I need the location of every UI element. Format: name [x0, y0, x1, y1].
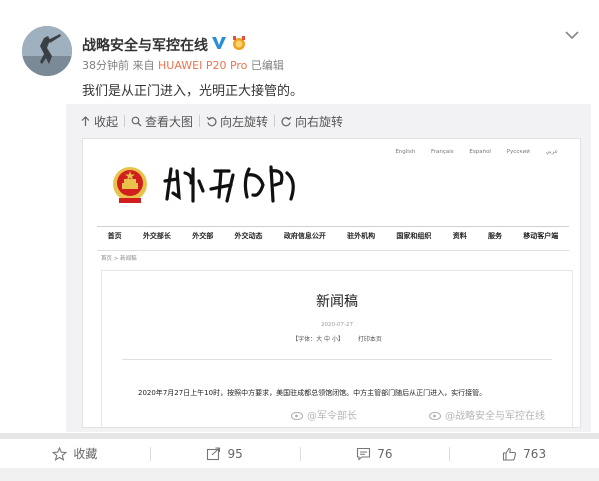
nav-gov-info: 政府信息公开 [283, 232, 326, 240]
star-icon [52, 446, 68, 461]
lang-english: English [395, 149, 416, 155]
weibo-logo-icon [429, 411, 441, 420]
media-viewer: 收起 查看大图 向左旋转 向右旋转 English Français Españ… [66, 104, 591, 432]
repost-button[interactable]: 95 [149, 439, 300, 468]
view-large-button[interactable]: 查看大图 [131, 113, 193, 130]
nav-divider [97, 226, 569, 227]
rotate-left-icon [206, 116, 217, 126]
toolbar-divider [274, 115, 276, 127]
article-body: 2020年7月27日上午10时，按照中方要求，美国驻成都总领馆闭馆。中方主管部门… [138, 389, 487, 397]
article-date: 2020-07-27 [321, 322, 353, 328]
favorite-button[interactable]: 收藏 [0, 439, 150, 468]
action-bar: 收藏 95 76 763 [0, 439, 599, 468]
nav-diplomatic-news: 外交动态 [234, 232, 263, 240]
breadcrumb: 首页 > 新闻稿 [101, 256, 137, 262]
from-prefix: 来自 [132, 59, 155, 72]
thumbs-up-icon [503, 447, 517, 461]
article-panel: 新闻稿 2020-07-27 【字体：大 中 小】 打印本页 2020年7月27日… [101, 270, 573, 427]
verified-v-icon [212, 37, 226, 49]
like-button[interactable]: 763 [449, 439, 599, 468]
post-text: 我们是从正门进入，光明正大接管的。 [82, 84, 304, 99]
collapse-label: 收起 [94, 114, 119, 129]
rotate-right-button[interactable]: 向右旋转 [281, 113, 343, 130]
watermark-2-text: @战略安全与军控在线 [445, 411, 545, 422]
nav-home: 首页 [107, 232, 122, 240]
chevron-down-icon[interactable] [565, 30, 579, 40]
avatar-statue-icon [22, 26, 72, 76]
rotate-left-button[interactable]: 向左旋转 [206, 113, 268, 130]
article-tools: 【字体：大 中 小】 打印本页 [102, 334, 572, 343]
nav-missions: 驻外机构 [347, 232, 376, 240]
like-count: 763 [523, 446, 547, 461]
comment-button[interactable]: 76 [299, 439, 450, 468]
watermark-2: @战略安全与军控在线 [429, 407, 545, 422]
nav-ministry: 外交部 [192, 232, 214, 240]
lang-french: Français [430, 149, 454, 155]
username[interactable]: 战略安全与军控在线 [82, 35, 208, 55]
embedded-screenshot[interactable]: English Français Español Русский عربي 首页… [82, 138, 581, 428]
national-emblem-icon [113, 167, 147, 203]
collapse-button[interactable]: 收起 [80, 113, 118, 130]
watermark-1-text: @军令部长 [307, 411, 357, 422]
language-bar: English Français Español Русский عربي [381, 149, 558, 155]
feed-gap [0, 468, 599, 481]
post-time[interactable]: 38分钟前 [82, 59, 129, 72]
collapse-up-icon [81, 115, 90, 126]
view-large-label: 查看大图 [145, 114, 194, 129]
repost-count: 95 [227, 446, 243, 461]
calligraphy-logo-icon [163, 165, 295, 203]
source-device-link[interactable]: HUAWEI P20 Pro [158, 59, 247, 72]
rotate-left-label: 向左旋转 [220, 114, 269, 129]
avatar[interactable] [22, 26, 72, 76]
nav-countries: 国家和组织 [396, 232, 432, 240]
font-size-control: 【字体：大 中 小】 [292, 336, 344, 343]
media-toolbar: 收起 查看大图 向左旋转 向右旋转 [66, 104, 591, 138]
toolbar-divider [199, 115, 201, 127]
weibo-post-card: 战略安全与军控在线 38分钟前 来自 HUAWEI P20 Pro 已编辑 我们… [0, 0, 599, 433]
nav-minister: 外交部长 [142, 232, 171, 240]
magnifier-icon [131, 116, 142, 126]
weibo-logo-icon [291, 411, 303, 420]
post-meta: 38分钟前 来自 HUAWEI P20 Pro 已编辑 [82, 57, 284, 73]
lang-arabic: عربي [545, 149, 558, 155]
rotate-right-label: 向右旋转 [295, 114, 344, 129]
article-title: 新闻稿 [316, 294, 358, 310]
nav-services: 服务 [488, 232, 503, 240]
nav-divider [97, 250, 569, 251]
nav-resources: 资料 [452, 232, 467, 240]
repost-icon [207, 446, 221, 460]
favorite-label: 收藏 [73, 447, 98, 461]
lang-spanish: Español [469, 149, 491, 155]
site-nav: 首页 外交部长 外交部 外交动态 政府信息公开 驻外机构 国家和组织 资料 服务… [97, 231, 569, 247]
medal-icon[interactable] [230, 36, 248, 51]
comment-count: 76 [377, 446, 393, 461]
lang-russian: Русский [506, 149, 530, 155]
comment-icon [357, 447, 371, 461]
print-link: 打印本页 [357, 336, 382, 343]
toolbar-divider [124, 115, 126, 127]
article-divider [122, 359, 552, 360]
watermark-1: @军令部长 [291, 407, 357, 422]
rotate-right-icon [281, 116, 292, 126]
nav-mobile: 移动客户端 [523, 232, 559, 240]
edited-label[interactable]: 已编辑 [251, 59, 284, 72]
